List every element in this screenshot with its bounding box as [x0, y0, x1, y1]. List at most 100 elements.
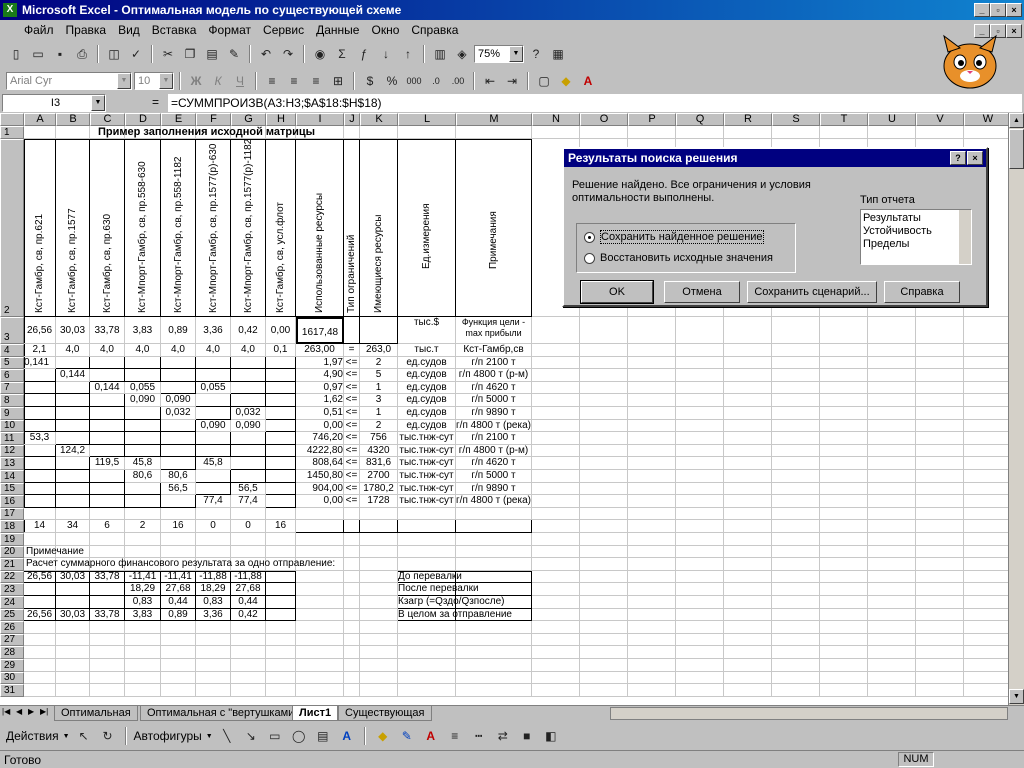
- cell-value[interactable]: 0,090: [125, 394, 161, 407]
- sheet-cell[interactable]: [532, 482, 580, 496]
- cell-value[interactable]: ед.судов: [398, 369, 456, 382]
- table-cell[interactable]: [196, 482, 231, 496]
- sheet-cell[interactable]: [916, 596, 964, 609]
- sheet-cell[interactable]: [344, 608, 360, 622]
- table-cell[interactable]: [161, 381, 196, 395]
- sheet-cell[interactable]: [580, 432, 628, 445]
- autosum-icon[interactable]: Σ: [332, 44, 352, 64]
- sheet-cell[interactable]: [24, 671, 56, 685]
- sheet-cell[interactable]: [820, 507, 868, 521]
- table-cell[interactable]: [24, 369, 56, 382]
- cut-icon[interactable]: ✂: [158, 44, 178, 64]
- column-header[interactable]: N: [532, 113, 580, 126]
- cell-value[interactable]: г/п 5000 т: [456, 470, 532, 483]
- radio-keep[interactable]: [584, 231, 595, 243]
- sheet-cell[interactable]: [196, 646, 231, 659]
- sheet-cell[interactable]: [772, 684, 820, 697]
- table-cell[interactable]: [266, 419, 296, 433]
- sheet-cell[interactable]: [360, 633, 398, 647]
- cell-value[interactable]: 4222,80: [296, 444, 344, 458]
- cell-value[interactable]: 5: [360, 369, 398, 382]
- sheet-cell[interactable]: [964, 671, 1012, 685]
- select-all-corner[interactable]: [0, 113, 24, 126]
- table-cell[interactable]: [56, 432, 90, 445]
- sheet-cell[interactable]: [916, 394, 964, 407]
- sheet-cell[interactable]: [916, 444, 964, 458]
- sheet-cell[interactable]: [724, 684, 772, 697]
- sheet-cell[interactable]: [820, 659, 868, 672]
- sheet-cell[interactable]: [724, 126, 772, 139]
- table-cell[interactable]: [90, 608, 125, 622]
- sheet-cell[interactable]: [676, 520, 724, 533]
- row-header[interactable]: 7: [0, 381, 24, 395]
- print-icon[interactable]: ⎙: [72, 44, 92, 64]
- menu-insert[interactable]: Вставка: [152, 23, 197, 37]
- cell-value[interactable]: 2: [360, 356, 398, 370]
- table-cell[interactable]: [231, 369, 266, 382]
- sheet-cell[interactable]: [964, 369, 1012, 382]
- cell-value[interactable]: 0,144: [90, 381, 125, 395]
- sheet-cell[interactable]: [161, 633, 196, 647]
- sheet-cell[interactable]: [820, 369, 868, 382]
- sheet-cell[interactable]: [772, 558, 820, 571]
- row-header[interactable]: 16: [0, 495, 24, 508]
- sheet-cell[interactable]: [398, 533, 456, 546]
- menu-format[interactable]: Формат: [208, 23, 251, 37]
- row-header[interactable]: 25: [0, 608, 24, 622]
- cell-value[interactable]: тыс.т: [398, 344, 456, 357]
- sheet-cell[interactable]: [676, 419, 724, 433]
- row-header[interactable]: 9: [0, 407, 24, 420]
- sheet-cell[interactable]: [532, 126, 580, 139]
- cell-value[interactable]: 119,5: [90, 457, 125, 470]
- row-header[interactable]: 8: [0, 394, 24, 407]
- sheet-cell[interactable]: [398, 684, 456, 697]
- sheet-cell[interactable]: [916, 558, 964, 571]
- sheet-cell[interactable]: [580, 684, 628, 697]
- cell-value[interactable]: 80,6: [161, 470, 196, 483]
- sheet-cell[interactable]: [868, 659, 916, 672]
- sheet-cell[interactable]: [724, 432, 772, 445]
- sheet-cell[interactable]: [456, 659, 532, 672]
- sheet-cell[interactable]: [296, 507, 344, 521]
- sheet-cell[interactable]: [344, 684, 360, 697]
- sheet-cell[interactable]: [916, 344, 964, 357]
- sheet-cell[interactable]: [628, 558, 676, 571]
- sheet-cell[interactable]: [820, 407, 868, 420]
- sheet-cell[interactable]: [868, 545, 916, 559]
- preview-icon[interactable]: ◫: [104, 44, 124, 64]
- open-icon[interactable]: ▭: [28, 44, 48, 64]
- sheet-cell[interactable]: [868, 507, 916, 521]
- menu-edit[interactable]: Правка: [66, 23, 107, 37]
- sheet-cell[interactable]: [868, 126, 916, 139]
- sheet-cell[interactable]: [676, 671, 724, 685]
- cell-value[interactable]: 0,141: [24, 356, 56, 370]
- sheet-cell[interactable]: [196, 671, 231, 685]
- table-cell[interactable]: [90, 432, 125, 445]
- sheet-cell[interactable]: [360, 570, 398, 584]
- sheet-cell[interactable]: [676, 381, 724, 395]
- sheet-cell[interactable]: [196, 507, 231, 521]
- sheet-cell[interactable]: [724, 545, 772, 559]
- sheet-cell[interactable]: [676, 126, 724, 139]
- sheet-cell[interactable]: [580, 646, 628, 659]
- new-icon[interactable]: ▯: [6, 44, 26, 64]
- table-cell[interactable]: [231, 583, 266, 596]
- sheet-cell[interactable]: [231, 533, 266, 546]
- sheet-cell[interactable]: [161, 507, 196, 521]
- sheet-cell[interactable]: [628, 671, 676, 685]
- table-cell[interactable]: [125, 419, 161, 433]
- sheet-cell[interactable]: [820, 545, 868, 559]
- sheet-cell[interactable]: [90, 684, 125, 697]
- cell-value[interactable]: 4,0: [125, 344, 161, 357]
- cell-value[interactable]: 1: [360, 407, 398, 420]
- cell-value[interactable]: 0,144: [56, 369, 90, 382]
- cell-value[interactable]: г/п 5000 т: [456, 394, 532, 407]
- sheet-cell[interactable]: [125, 646, 161, 659]
- sheet-cell[interactable]: [676, 369, 724, 382]
- column-header[interactable]: J: [344, 113, 360, 126]
- row-header[interactable]: 12: [0, 444, 24, 458]
- sheet-cell[interactable]: [628, 407, 676, 420]
- font-size-select[interactable]: 10 ▼: [134, 72, 174, 90]
- table-cell[interactable]: [398, 583, 456, 596]
- sheet-cell[interactable]: [628, 533, 676, 546]
